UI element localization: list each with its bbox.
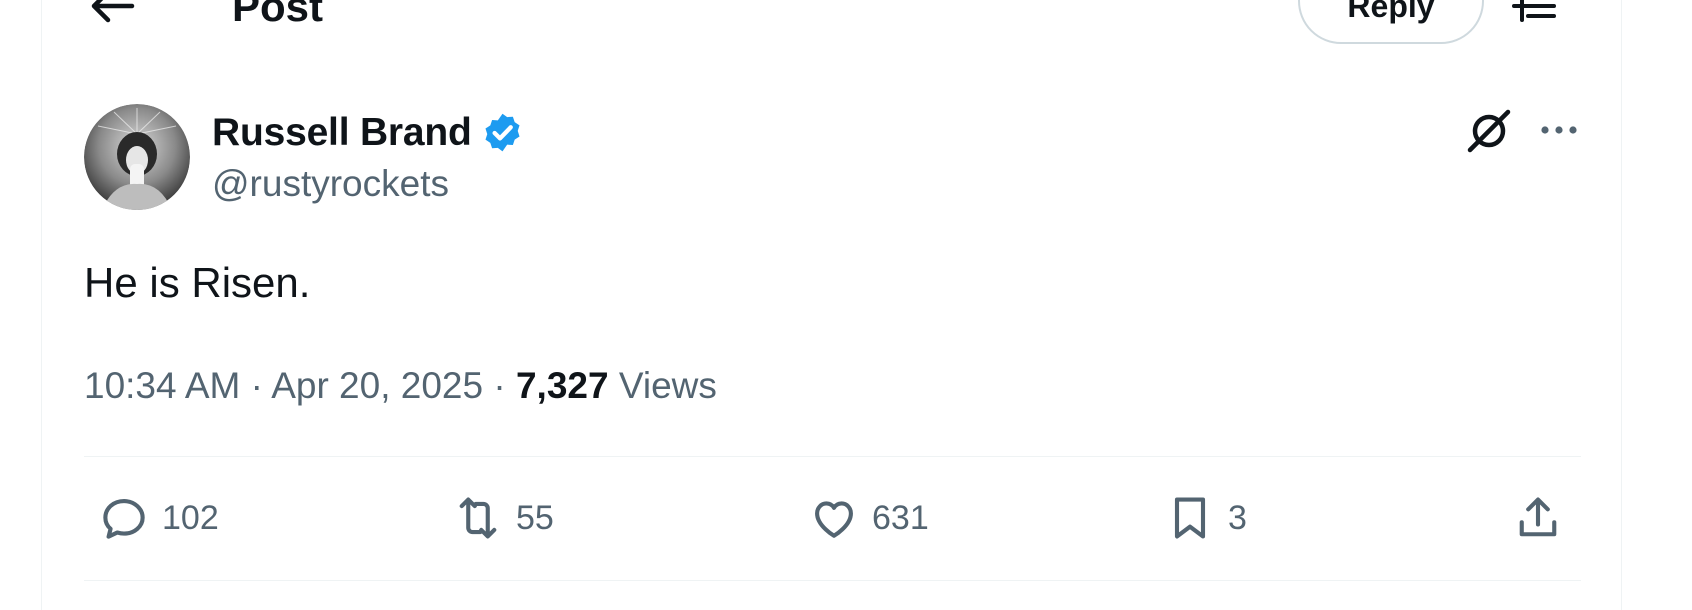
- reply-icon: [103, 499, 145, 539]
- post-time[interactable]: 10:34 AM: [84, 365, 240, 406]
- bookmark-count: 3: [1228, 498, 1247, 537]
- like-action[interactable]: 631: [808, 492, 929, 544]
- reply-button[interactable]: Reply: [1298, 0, 1484, 44]
- repost-icon: [459, 497, 497, 539]
- more-icon[interactable]: [1538, 118, 1580, 142]
- repost-count: 55: [516, 498, 554, 537]
- share-action[interactable]: [1512, 492, 1564, 544]
- reply-count: 102: [162, 498, 219, 537]
- divider: [84, 580, 1581, 581]
- author-display-name[interactable]: Russell Brand: [212, 113, 472, 152]
- divider: [84, 456, 1581, 457]
- views-count: 7,327: [515, 365, 609, 406]
- post-date[interactable]: Apr 20, 2025: [271, 365, 483, 406]
- verified-badge-icon: [481, 111, 524, 154]
- grok-icon[interactable]: [1464, 106, 1514, 156]
- author-handle[interactable]: @rustyrockets: [212, 163, 449, 205]
- post-text: He is Risen.: [84, 259, 311, 306]
- share-icon: [1519, 497, 1557, 537]
- back-arrow-icon[interactable]: [88, 0, 136, 26]
- repost-action[interactable]: 55: [452, 492, 554, 544]
- views-label: Views: [618, 365, 717, 406]
- page-title: Post: [232, 0, 324, 30]
- author-name-row[interactable]: Russell Brand: [212, 110, 524, 154]
- bookmark-icon: [1174, 497, 1206, 539]
- avatar[interactable]: [84, 104, 190, 210]
- meta-separator: ·: [250, 365, 263, 406]
- like-icon: [815, 501, 853, 538]
- like-count: 631: [872, 498, 929, 537]
- post-metadata: 10:34 AM · Apr 20, 2025 · 7,327 Views: [84, 364, 717, 408]
- reply-action[interactable]: 102: [98, 492, 219, 544]
- bookmark-action[interactable]: 3: [1164, 492, 1247, 544]
- settings-sliders-icon[interactable]: [1510, 0, 1558, 24]
- meta-separator: ·: [493, 365, 506, 406]
